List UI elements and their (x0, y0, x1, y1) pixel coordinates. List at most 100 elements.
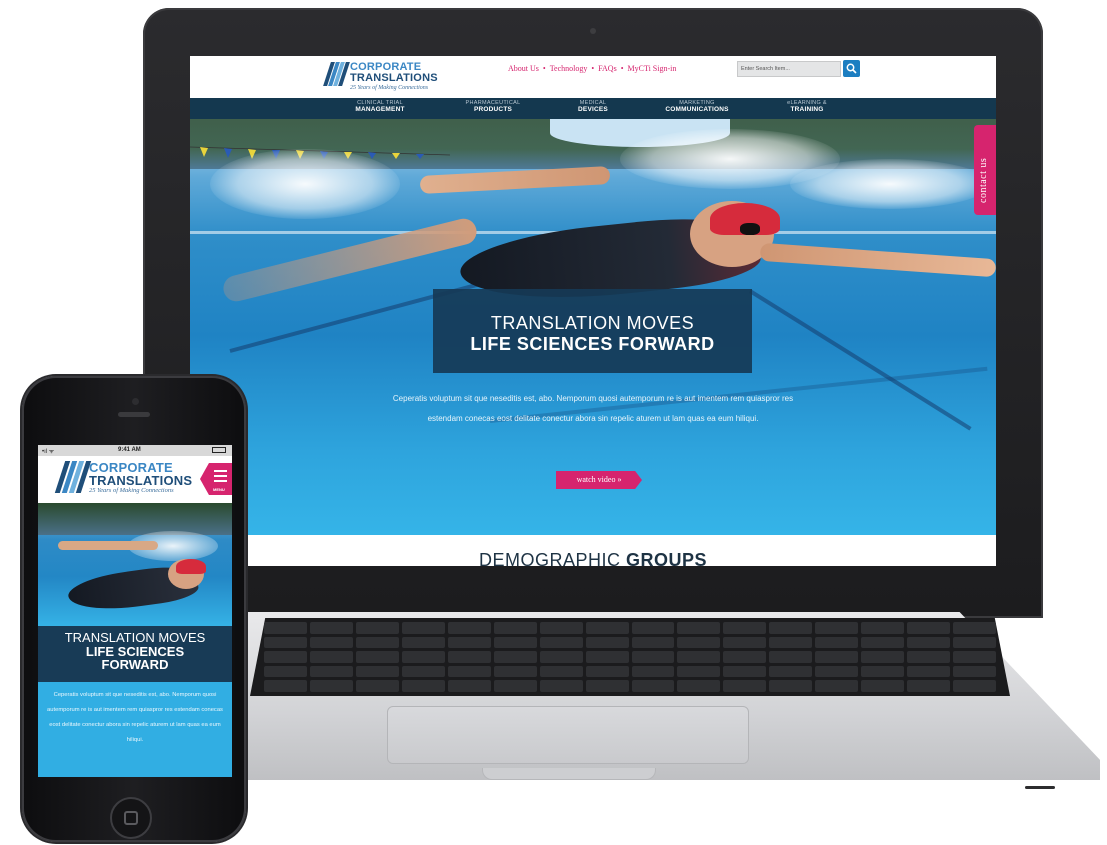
keyboard-key (401, 665, 445, 678)
nav-separator: • (542, 64, 546, 73)
phone-hero-title-line3: FORWARD (101, 657, 169, 673)
keyboard-key (539, 680, 583, 692)
main-nav-medical-devices[interactable]: MEDICAL DEVICES (568, 100, 618, 113)
keyboard-key (539, 622, 583, 634)
swimmer (759, 242, 996, 278)
keyboard-key (401, 636, 445, 649)
main-nav-pharmaceutical[interactable]: PHARMACEUTICAL PRODUCTS (453, 100, 533, 113)
keyboard-key (723, 622, 767, 634)
nav-link-technology[interactable]: Technology (550, 64, 588, 73)
keyboard-key (723, 651, 767, 663)
logo-mark-icon (54, 461, 92, 493)
keyboard-key (815, 665, 859, 678)
nav-link-about[interactable]: About Us (508, 64, 539, 73)
keyboard-key (264, 680, 307, 692)
keyboard-key (907, 680, 951, 692)
hero-copy: Ceperatis voluptum sit que neseditis est… (392, 394, 794, 423)
search-input[interactable]: Enter Search Item... (737, 61, 841, 77)
main-nav: CLINICAL TRIAL MANAGEMENT PHARMACEUTICAL… (190, 98, 996, 119)
keyboard-key (447, 680, 491, 692)
logo-mark-icon (323, 62, 350, 86)
phone-hero-copy: Ceperatis voluptum sit que neseditis est… (38, 682, 232, 777)
keyboard-key (493, 651, 537, 663)
contact-us-tab[interactable]: contact us (974, 125, 996, 215)
keyboard-key (907, 651, 951, 663)
hamburger-icon (214, 470, 227, 472)
phone-home-button[interactable] (110, 797, 152, 839)
keyboard-key (585, 622, 629, 634)
logo-tagline: 25 Years of Making Connections (89, 487, 174, 494)
keyboard-key (861, 665, 905, 678)
keyboard-key (677, 622, 721, 634)
hero-title-box: TRANSLATION MOVES LIFE SCIENCES FORWARD (433, 289, 752, 373)
swimmer (176, 559, 206, 574)
keyboard-key (355, 680, 399, 692)
menu-label: MENU (213, 487, 225, 492)
keyboard-key (907, 622, 951, 634)
keyboard-key (769, 651, 813, 663)
mobile-menu-button[interactable]: MENU (200, 463, 232, 495)
keyboard-key (401, 680, 445, 692)
keyboard-key (355, 636, 399, 649)
main-nav-elearning[interactable]: eLEARNING & TRAINING (772, 100, 842, 113)
keyboard-key (585, 680, 629, 692)
site-logo[interactable]: CORPORATE TRANSLATIONS 25 Years of Makin… (323, 62, 438, 91)
keyboard-key (953, 651, 996, 663)
search-button[interactable] (843, 60, 860, 77)
nav-link-faqs[interactable]: FAQs (598, 64, 617, 73)
keyboard-key (631, 651, 675, 663)
watch-video-button[interactable]: watch video » (556, 471, 642, 489)
keyboard-key (907, 636, 951, 649)
keyboard-key (631, 622, 675, 634)
phone-site-logo[interactable]: CORPORATE TRANSLATIONS 25 Years of Makin… (54, 461, 193, 495)
phone-hero-image (38, 503, 232, 626)
main-nav-clinical-trial[interactable]: CLINICAL TRIAL MANAGEMENT (348, 100, 412, 113)
keyboard-key (907, 665, 951, 678)
keyboard-key (631, 636, 675, 649)
keyboard-key (585, 665, 629, 678)
keyboard-key (585, 651, 629, 663)
keyboard-key (539, 651, 583, 663)
keyboard-key (401, 651, 445, 663)
water-splash (210, 149, 400, 219)
swimmer (419, 166, 611, 194)
keyboard-key (447, 622, 491, 634)
logo-line2: TRANSLATIONS (350, 72, 438, 84)
logo-line2: TRANSLATIONS (89, 473, 193, 488)
main-nav-label: MANAGEMENT (355, 105, 405, 113)
section-heading-bold: GROUPS (626, 550, 708, 566)
keyboard-key (447, 665, 491, 678)
keyboard-key (264, 665, 307, 678)
keyboard-key (953, 636, 996, 649)
keyboard-key (769, 636, 813, 649)
keyboard-key (631, 665, 675, 678)
phone-status-bar: •ıl ᯤ 9:41 AM (38, 445, 232, 456)
keyboard-key (861, 622, 905, 634)
keyboard-key (493, 622, 537, 634)
phone-speaker (118, 412, 150, 417)
section-heading: DEMOGRAPHIC GROUPS (190, 550, 996, 566)
nav-link-sign-in[interactable]: MyCTi Sign-in (628, 64, 677, 73)
keyboard-key (723, 665, 767, 678)
keyboard-key (815, 680, 859, 692)
water-splash (790, 159, 990, 209)
hero-title-line1: TRANSLATION MOVES (490, 313, 695, 333)
keyboard-key (355, 651, 399, 663)
hero-banner: TRANSLATION MOVES LIFE SCIENCES FORWARD … (190, 119, 996, 535)
keyboard-key (539, 665, 583, 678)
hamburger-icon (214, 480, 227, 482)
phone-screen: •ıl ᯤ 9:41 AM CORPORATE TRANSLATIONS 25 … (38, 445, 232, 777)
home-square-icon (124, 811, 138, 825)
keyboard-key (861, 680, 905, 692)
laptop-trackpad (387, 706, 749, 764)
swimmer (58, 541, 158, 550)
contact-us-label: contact us (978, 157, 989, 203)
section-heading-light: DEMOGRAPHIC (478, 550, 621, 566)
keyboard-key (264, 651, 307, 663)
keyboard-key (309, 651, 353, 663)
keyboard-key (264, 636, 307, 649)
keyboard-key (493, 636, 537, 649)
main-nav-marketing[interactable]: MARKETING COMMUNICATIONS (652, 100, 742, 113)
keyboard-key (631, 680, 675, 692)
keyboard-key (539, 636, 583, 649)
